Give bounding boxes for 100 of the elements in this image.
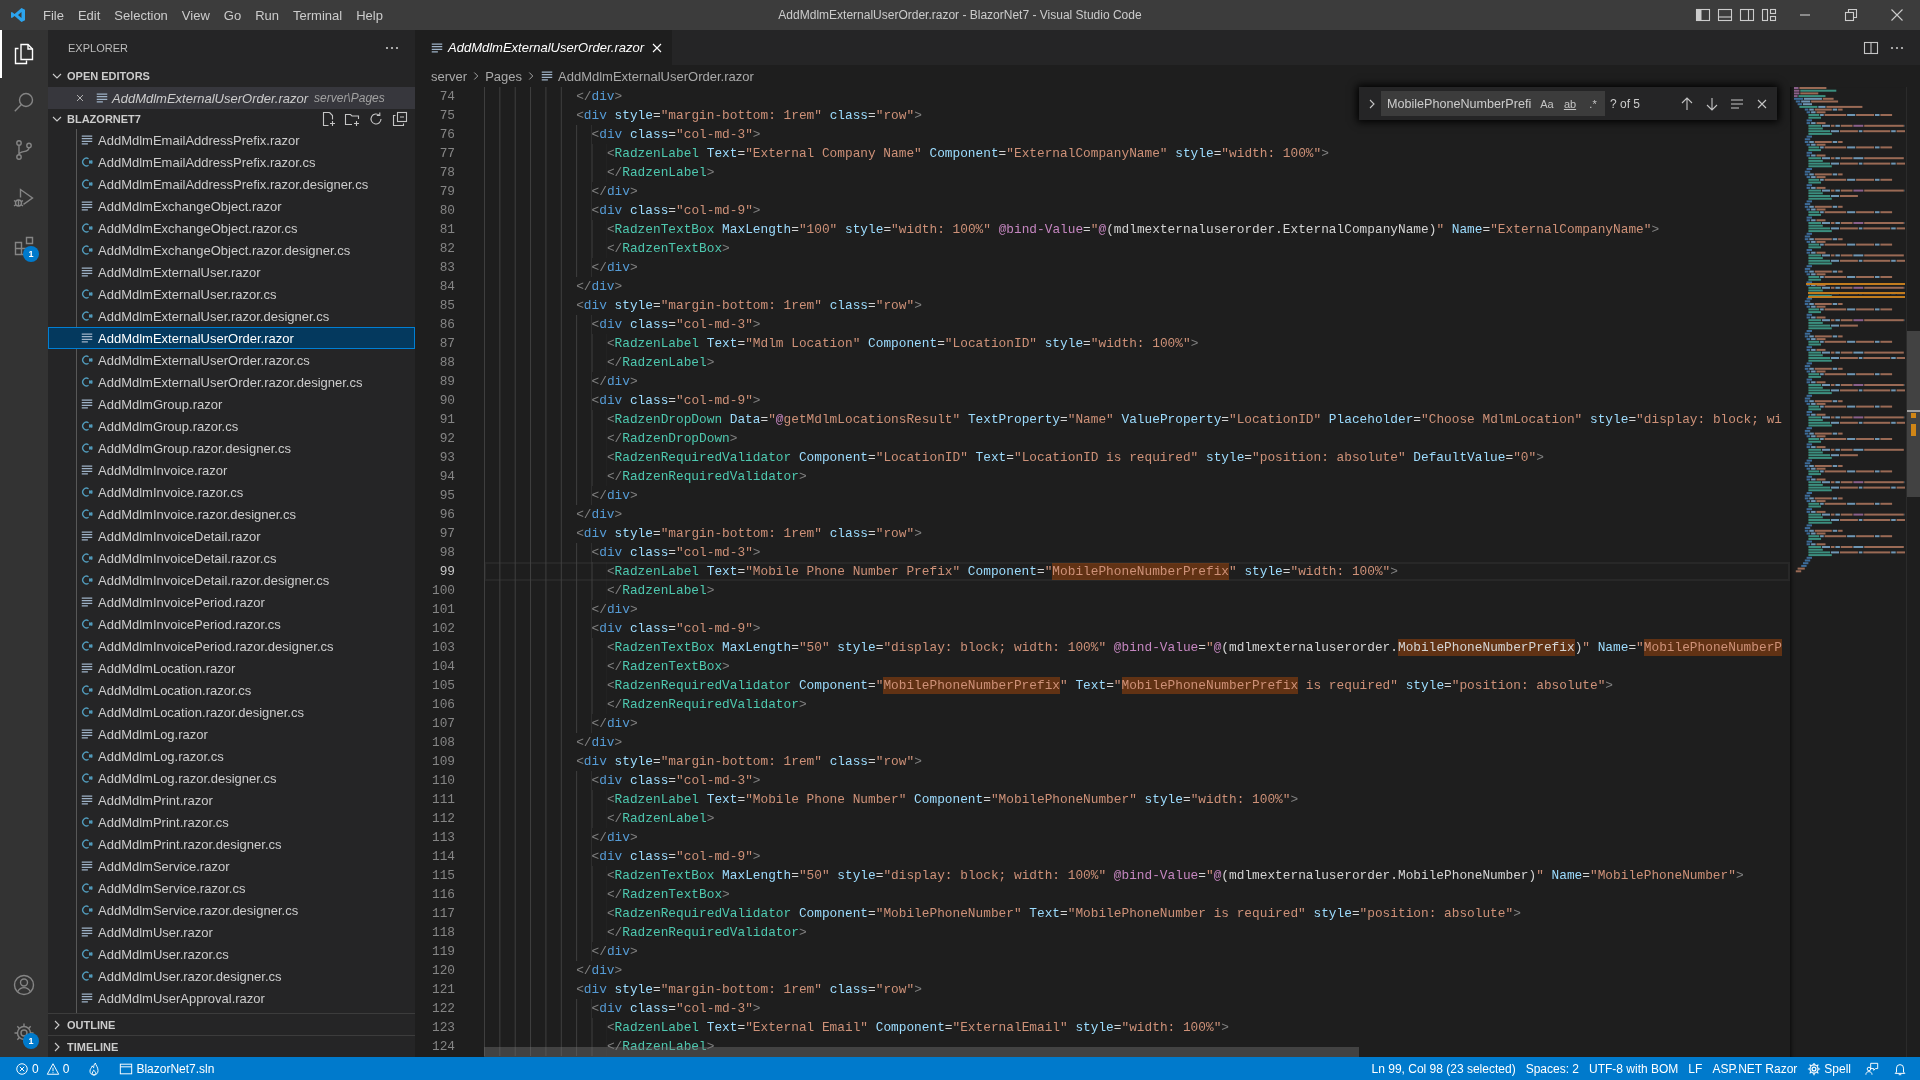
file-tree-item[interactable]: AddMdlmLog.razor.cs [48, 745, 415, 767]
file-tree-item[interactable]: AddMdlmExternalUserOrder.razor [48, 327, 415, 349]
breadcrumb-item[interactable]: server [431, 68, 468, 84]
file-tree-item[interactable]: AddMdlmEmailAddressPrefix.razor [48, 129, 415, 151]
account-icon [12, 973, 36, 997]
activity-tab[interactable]: 1 [0, 222, 48, 270]
find-input[interactable]: MobilePhoneNumberPrefi Aa ab .* [1381, 91, 1605, 116]
panel-right-icon[interactable] [1739, 7, 1755, 23]
person-bubble-icon[interactable] [1865, 1061, 1879, 1076]
close-icon[interactable] [1889, 7, 1905, 23]
file-tree-item[interactable]: AddMdlmExternalUser.razor.designer.cs [48, 305, 415, 327]
arrow-up-icon[interactable] [1679, 95, 1695, 112]
file-tree-item[interactable]: AddMdlmInvoiceDetail.razor.designer.cs [48, 569, 415, 591]
file-tree-item[interactable]: AddMdlmGroup.razor.cs [48, 415, 415, 437]
file-tree-item[interactable]: AddMdlmPrint.razor.cs [48, 811, 415, 833]
panel-bottom-icon[interactable] [1717, 7, 1733, 23]
menu-item[interactable]: Go [216, 0, 249, 30]
file-tree-item[interactable]: AddMdlmService.razor.cs [48, 877, 415, 899]
line-ending-setting[interactable]: LF [1683, 1057, 1708, 1080]
spell-check-status[interactable]: Spell [1802, 1057, 1856, 1080]
file-tree-item[interactable]: AddMdlmExchangeObject.razor.designer.cs [48, 239, 415, 261]
menu-item[interactable]: View [174, 0, 217, 30]
section-header[interactable]: OPEN EDITORS [49, 65, 408, 87]
file-tree-item[interactable]: AddMdlmLocation.razor [48, 657, 415, 679]
line-number: 117 [430, 905, 455, 923]
file-tree-item[interactable]: AddMdlmService.razor [48, 855, 415, 877]
code-line: </RadzenDropDown> [484, 429, 1790, 448]
file-tree-item[interactable]: AddMdlmLocation.razor.cs [48, 679, 415, 701]
scrollbar-thumb[interactable] [1907, 331, 1920, 497]
section-header[interactable]: BLAZORNET7 [49, 109, 320, 129]
file-tree-item[interactable]: AddMdlmGroup.razor [48, 393, 415, 415]
file-tree-item[interactable]: AddMdlmPrint.razor [48, 789, 415, 811]
file-tree-item[interactable]: AddMdlmInvoiceDetail.razor [48, 525, 415, 547]
file-tree-item[interactable]: AddMdlmUser.razor.cs [48, 943, 415, 965]
breadcrumb-item[interactable]: AddMdlmExternalUserOrder.razor [540, 68, 754, 84]
bell-icon[interactable] [1893, 1061, 1907, 1076]
file-tree-item[interactable]: AddMdlmService.razor.designer.cs [48, 899, 415, 921]
solution-status[interactable]: BlazorNet7.sln [114, 1057, 220, 1080]
menu-item[interactable]: Help [349, 0, 390, 30]
menu-item[interactable]: File [36, 0, 71, 30]
line-number: 120 [430, 962, 455, 980]
file-tree-item[interactable]: AddMdlmExchangeObject.razor [48, 195, 415, 217]
section-header[interactable]: OUTLINE [49, 1014, 408, 1035]
file-tree-item[interactable]: AddMdlmGroup.razor.designer.cs [48, 437, 415, 459]
indentation-setting[interactable]: Spaces: 2 [1520, 1057, 1584, 1080]
split-editor-icon[interactable] [1863, 39, 1879, 56]
language-mode[interactable]: ASP.NET Razor [1707, 1057, 1803, 1080]
open-editor-item[interactable]: AddMdlmExternalUserOrder.razor server\Pages [48, 87, 415, 109]
file-tree-item[interactable]: AddMdlmInvoice.razor.cs [48, 481, 415, 503]
cursor-position[interactable]: Ln 99, Col 98 (23 selected) [1366, 1057, 1521, 1080]
panel-left-icon[interactable] [1695, 7, 1711, 23]
flame-icon[interactable] [87, 1061, 102, 1076]
editor-tab[interactable]: AddMdlmExternalUserOrder.razor [415, 30, 673, 65]
file-tree-item[interactable]: AddMdlmInvoicePeriod.razor [48, 591, 415, 613]
problems-status[interactable]: 0 0 [10, 1057, 75, 1080]
new-folder-icon[interactable] [344, 111, 360, 127]
encoding-setting[interactable]: UTF-8 with BOM [1584, 1057, 1684, 1080]
lines-file-icon [80, 463, 94, 477]
new-file-icon[interactable] [320, 111, 336, 127]
file-tree-item[interactable]: AddMdlmExternalUserOrder.razor.cs [48, 349, 415, 371]
lines-file-icon [540, 69, 554, 83]
refresh-icon[interactable] [368, 111, 384, 127]
menu-item[interactable]: Terminal [286, 0, 350, 30]
file-tree-item[interactable]: AddMdlmInvoicePeriod.razor.cs [48, 613, 415, 635]
line-number: 93 [438, 449, 455, 467]
file-tree-item[interactable]: AddMdlmUser.razor.designer.cs [48, 965, 415, 987]
menu-item[interactable]: Edit [70, 0, 108, 30]
window-icon [119, 1061, 134, 1076]
file-tree-item[interactable]: AddMdlmUserApproval.razor [48, 987, 415, 1009]
file-tree-item[interactable]: AddMdlmInvoicePeriod.razor.designer.cs [48, 635, 415, 657]
menu-item[interactable]: Run [248, 0, 286, 30]
file-tree-item[interactable]: AddMdlmLog.razor.designer.cs [48, 767, 415, 789]
file-tree-item[interactable]: AddMdlmExternalUser.razor.cs [48, 283, 415, 305]
file-tree-item[interactable]: AddMdlmEmailAddressPrefix.razor.designer.cs [48, 173, 415, 195]
file-tree-item[interactable]: AddMdlmEmailAddressPrefix.razor.cs [48, 151, 415, 173]
restore-icon[interactable] [1843, 7, 1859, 23]
file-tree-item[interactable]: AddMdlmUser.razor [48, 921, 415, 943]
section-header[interactable]: TIMELINE [49, 1036, 408, 1057]
line-number: 116 [430, 886, 455, 904]
collapse-icon[interactable] [392, 111, 408, 127]
file-tree-item[interactable]: AddMdlmExchangeObject.razor.cs [48, 217, 415, 239]
match-case-toggle[interactable]: Aa [1537, 93, 1557, 114]
file-tree-item[interactable]: AddMdlmLocation.razor.designer.cs [48, 701, 415, 723]
regex-toggle[interactable]: .* [1583, 93, 1603, 114]
file-tree-item[interactable]: AddMdlmLog.razor [48, 723, 415, 745]
menu-item[interactable]: Selection [107, 0, 175, 30]
breadcrumb-item[interactable]: Pages [485, 68, 522, 84]
file-tree-item[interactable]: AddMdlmExternalUserOrder.razor.designer.cs [48, 371, 415, 393]
whole-word-toggle[interactable]: ab [1560, 93, 1580, 114]
file-tree-item[interactable]: AddMdlmInvoice.razor.designer.cs [48, 503, 415, 525]
line-number: 91 [438, 411, 455, 429]
file-tree-item[interactable]: AddMdlmInvoiceDetail.razor.cs [48, 547, 415, 569]
file-tree-item[interactable]: AddMdlmPrint.razor.designer.cs [48, 833, 415, 855]
file-tree-item[interactable]: AddMdlmInvoice.razor [48, 459, 415, 481]
code-line: <div class="col-md-9"> [484, 201, 1790, 220]
layout-grid-icon[interactable] [1761, 7, 1777, 23]
arrow-down-icon[interactable] [1704, 95, 1720, 112]
code-line: <RadzenLabel Text="Mobile Phone Number" Component="MobilePhoneNumber" style="width: 100%"> [484, 790, 1790, 809]
file-tree-item[interactable]: AddMdlmExternalUser.razor [48, 261, 415, 283]
activity-tab[interactable]: 1 [0, 1009, 48, 1057]
